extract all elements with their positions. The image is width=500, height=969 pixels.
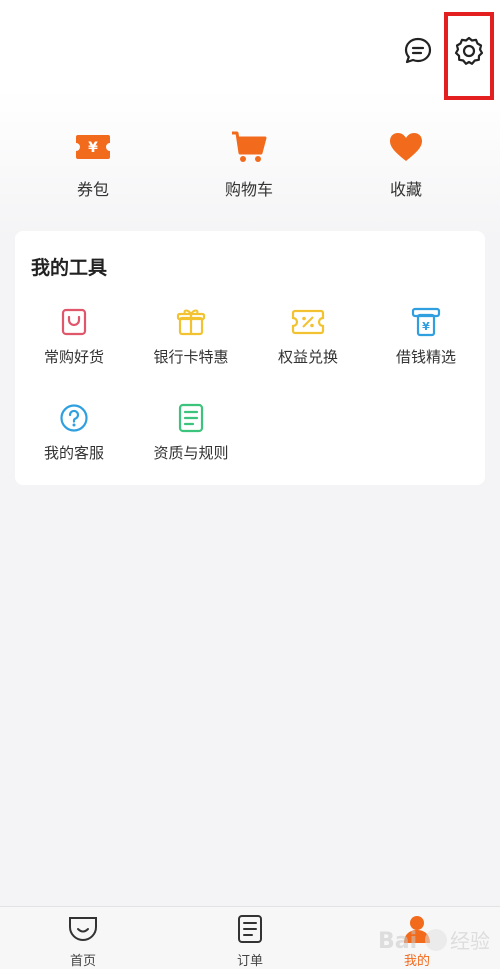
tool-label: 借钱精选 xyxy=(395,348,456,366)
voucher-icon xyxy=(249,305,367,339)
quick-item-coupons[interactable]: ¥ 券包 xyxy=(38,128,148,200)
tool-frequent-goods[interactable]: 常购好货 xyxy=(15,305,133,367)
svg-text:¥: ¥ xyxy=(422,320,430,333)
tool-label: 权益兑换 xyxy=(277,348,338,366)
coupon-icon: ¥ xyxy=(38,128,148,166)
tool-qualifications-rules[interactable]: 资质与规则 xyxy=(132,401,250,463)
quick-item-label: 券包 xyxy=(76,180,109,199)
settings-highlight-box xyxy=(444,12,494,100)
bag-icon xyxy=(15,305,133,339)
message-icon xyxy=(403,36,433,70)
nav-label: 首页 xyxy=(69,954,96,969)
tool-label: 常购好货 xyxy=(43,348,104,366)
tool-loan-picks[interactable]: ¥ 借钱精选 xyxy=(367,305,485,367)
order-icon xyxy=(200,913,300,945)
cart-icon xyxy=(194,128,304,166)
tool-bank-card-deals[interactable]: 银行卡特惠 xyxy=(132,305,250,367)
document-icon xyxy=(132,401,250,435)
nav-label: 我的 xyxy=(403,954,430,969)
gift-icon xyxy=(132,305,250,339)
tool-rights-exchange[interactable]: 权益兑换 xyxy=(249,305,367,367)
nav-item-orders[interactable]: 订单 xyxy=(200,913,300,969)
tool-label: 资质与规则 xyxy=(153,444,229,462)
svg-text:¥: ¥ xyxy=(88,140,98,156)
tool-customer-service[interactable]: 我的客服 xyxy=(15,401,133,463)
my-page-screen: ¥ 券包 购物车 收藏 我的工具 常购好货 银行卡特惠 权益兑换 ¥ 借钱精选 … xyxy=(0,0,500,969)
help-icon xyxy=(15,401,133,435)
tool-label: 银行卡特惠 xyxy=(153,348,229,366)
quick-actions: ¥ 券包 购物车 收藏 xyxy=(0,128,500,200)
quick-item-favorites[interactable]: 收藏 xyxy=(351,128,461,200)
tool-label: 我的客服 xyxy=(43,444,104,462)
nav-item-home[interactable]: 首页 xyxy=(33,913,133,969)
bottom-nav: 首页 订单 我的 xyxy=(0,906,500,969)
profile-icon xyxy=(367,913,467,945)
nav-item-mine[interactable]: 我的 xyxy=(367,913,467,969)
heart-icon xyxy=(351,128,461,166)
quick-item-label: 购物车 xyxy=(224,180,273,199)
atm-icon: ¥ xyxy=(367,305,485,339)
tools-title: 我的工具 xyxy=(31,257,108,279)
my-tools-card: 我的工具 常购好货 银行卡特惠 权益兑换 ¥ 借钱精选 我的客服 资质与规则 xyxy=(15,231,485,485)
top-bar xyxy=(0,0,500,105)
message-button[interactable] xyxy=(401,36,435,70)
quick-item-cart[interactable]: 购物车 xyxy=(194,128,304,200)
quick-item-label: 收藏 xyxy=(389,180,422,199)
home-icon xyxy=(33,913,133,945)
nav-label: 订单 xyxy=(236,954,263,969)
